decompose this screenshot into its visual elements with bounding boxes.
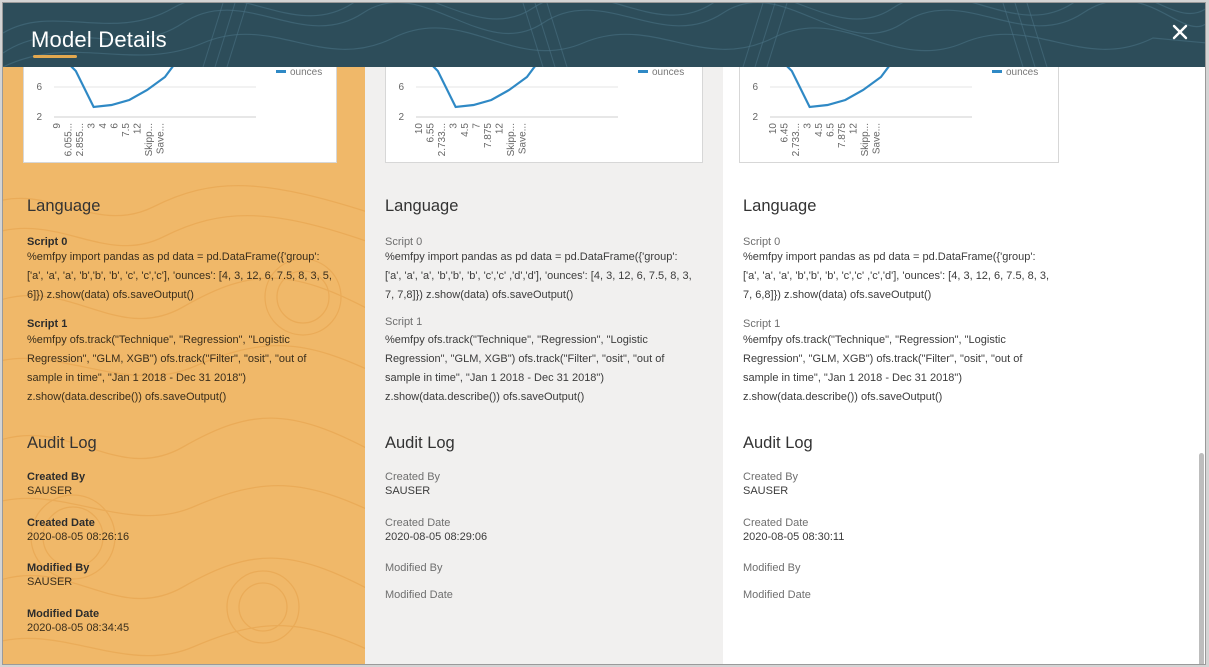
script-1-code: %emfpy ofs.track("Technique", "Regressio… <box>385 334 665 403</box>
script-1-label: Script 1 <box>743 318 781 330</box>
model-column-3[interactable]: 6 2 ounces 10 6.45 2.733... 3 4.5 6.5 7.875 12 Skip… <box>723 67 1205 664</box>
x-tick-label: 6 <box>110 123 121 129</box>
language-title: Language <box>743 197 817 215</box>
legend-swatch <box>276 70 286 73</box>
x-tick-label: 7.5 <box>121 123 132 137</box>
x-tick-label: 10 <box>414 123 425 135</box>
language-title: Language <box>385 197 459 215</box>
y-tick-label: 2 <box>752 112 758 123</box>
script-0-label: Script 0 <box>27 236 68 248</box>
x-tick-label: 3 <box>449 123 460 129</box>
script-0-code: %emfpy import pandas as pd data = pd.Dat… <box>743 251 1050 301</box>
x-tick-label: 2.733... <box>437 123 448 156</box>
audit-log-title: Audit Log <box>743 434 813 452</box>
legend-swatch <box>992 70 1002 73</box>
x-tick-label: Skipp... <box>860 123 871 156</box>
created-by-value: SAUSER <box>27 485 73 497</box>
script-0-label: Script 0 <box>385 236 423 248</box>
x-tick-label: 10 <box>768 123 779 135</box>
x-tick-label: 6.45 <box>780 123 791 143</box>
model-column-1[interactable]: 6 2 ounces 9 6.055... 2.855... 3 4 6 7.5 12 Skipp..… <box>3 67 365 664</box>
x-tick-label: Save... <box>518 123 529 154</box>
script-1-code: %emfpy ofs.track("Technique", "Regressio… <box>27 334 307 403</box>
x-tick-label: 3 <box>87 123 98 129</box>
y-tick-label: 2 <box>398 112 404 123</box>
model-details-dialog: Model Details 6 2 ounces 9 6.055... 2.85… <box>2 2 1206 665</box>
modified-date-label: Modified Date <box>385 589 453 601</box>
x-tick-label: 7.875 <box>837 123 848 148</box>
script-0-code: %emfpy import pandas as pd data = pd.Dat… <box>385 251 692 301</box>
x-tick-label: 9 <box>52 123 63 129</box>
language-title: Language <box>27 197 101 215</box>
x-tick-label: 12 <box>495 123 506 135</box>
created-by-value: SAUSER <box>743 485 789 497</box>
script-0-label: Script 0 <box>743 236 781 248</box>
x-tick-label: 12 <box>133 123 144 135</box>
x-tick-label: 6.055... <box>64 123 75 156</box>
x-tick-label: 3 <box>803 123 814 129</box>
script-0-code: %emfpy import pandas as pd data = pd.Dat… <box>27 251 332 301</box>
model-column-2[interactable]: 6 2 ounces 10 6.55 2.733... 3 4.5 7 7.875 12 Skipp.… <box>365 67 723 664</box>
ounces-chart: 6 2 ounces 9 6.055... 2.855... 3 4 6 7.5 12 Skipp..… <box>23 67 337 163</box>
created-date-value: 2020-08-05 08:30:11 <box>743 531 845 543</box>
vertical-scrollbar[interactable] <box>1199 453 1204 664</box>
x-tick-label: 7.875 <box>483 123 494 148</box>
x-tick-label: 6.5 <box>826 123 837 137</box>
created-date-value: 2020-08-05 08:26:16 <box>27 531 130 543</box>
legend-label: ounces <box>652 67 684 78</box>
legend-swatch <box>638 70 648 73</box>
legend-label: ounces <box>1006 67 1038 78</box>
x-tick-label: 6.55 <box>426 123 437 143</box>
script-1-label: Script 1 <box>27 318 68 330</box>
x-tick-label: Skipp... <box>144 123 155 156</box>
created-date-value: 2020-08-05 08:29:06 <box>385 531 488 543</box>
audit-log-title: Audit Log <box>27 434 97 452</box>
header-pattern <box>3 3 1205 67</box>
y-tick-label: 6 <box>398 82 404 93</box>
created-by-value: SAUSER <box>385 485 431 497</box>
title-underline <box>33 55 77 58</box>
dialog-title: Model Details <box>31 27 167 52</box>
modified-date-label: Modified Date <box>743 589 811 601</box>
x-tick-label: Save... <box>872 123 883 154</box>
x-tick-label: 4 <box>98 123 109 129</box>
script-1-code: %emfpy ofs.track("Technique", "Regressio… <box>743 334 1023 403</box>
x-tick-label: 2.733... <box>791 123 802 156</box>
x-tick-label: 12 <box>849 123 860 135</box>
audit-log-title: Audit Log <box>385 434 455 452</box>
x-tick-label: 2.855... <box>75 123 86 156</box>
dialog-header: Model Details <box>3 3 1205 67</box>
y-tick-label: 6 <box>752 82 758 93</box>
x-tick-label: 7 <box>472 123 483 129</box>
x-tick-label: Save... <box>156 123 167 154</box>
y-tick-label: 6 <box>36 82 42 93</box>
modified-by-label: Modified By <box>743 562 801 574</box>
ounces-chart: 6 2 ounces 10 6.55 2.733... 3 4.5 7 7.875 12 Skipp.… <box>385 67 703 163</box>
y-tick-label: 2 <box>36 112 42 123</box>
x-tick-label: 4.5 <box>460 123 471 137</box>
modified-date-value: 2020-08-05 08:34:45 <box>27 622 130 634</box>
legend-label: ounces <box>290 67 322 78</box>
x-tick-label: 4.5 <box>814 123 825 137</box>
x-tick-label: Skipp... <box>506 123 517 156</box>
modified-by-label: Modified By <box>385 562 443 574</box>
script-1-label: Script 1 <box>385 316 423 328</box>
ounces-chart: 6 2 ounces 10 6.45 2.733... 3 4.5 6.5 7.875 12 Skip… <box>739 67 1059 163</box>
close-icon[interactable] <box>1169 21 1191 43</box>
modified-by-value: SAUSER <box>27 576 73 588</box>
